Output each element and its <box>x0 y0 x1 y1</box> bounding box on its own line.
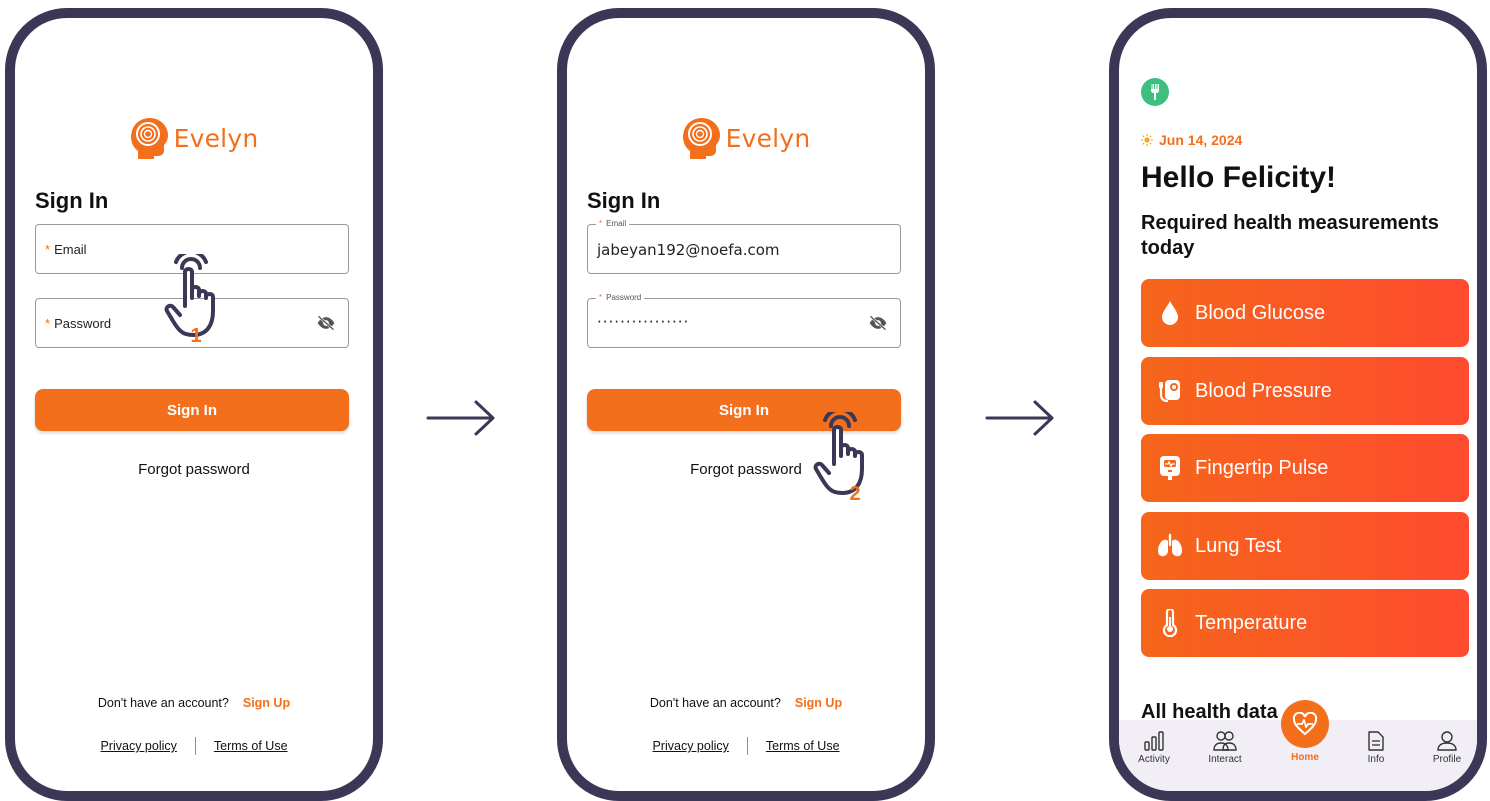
pulse-oximeter-icon <box>1155 453 1185 483</box>
document-icon <box>1368 731 1384 751</box>
email-field[interactable]: * Email jabeyan192@noefa.com <box>587 218 901 274</box>
terms-of-use-link[interactable]: Terms of Use <box>766 739 840 753</box>
signup-prompt: Don't have an account? Sign Up <box>97 696 291 710</box>
eye-off-icon[interactable] <box>316 314 336 332</box>
page-title: Sign In <box>35 188 109 213</box>
brand-name: Evelyn <box>173 123 259 153</box>
heart-pulse-icon <box>1292 712 1318 736</box>
page-title: Sign In <box>587 188 661 213</box>
blood-pressure-icon <box>1155 376 1185 406</box>
tap-hand-icon: 2 <box>813 412 864 505</box>
arrow-right-icon <box>985 400 1054 436</box>
arrow-right-icon <box>426 400 495 436</box>
measurement-card-blood-glucose[interactable]: Blood Glucose <box>1141 279 1469 347</box>
measurement-label: Lung Test <box>1195 534 1282 557</box>
lungs-icon <box>1155 531 1185 561</box>
legal-links: Privacy policy Terms of Use <box>15 737 373 755</box>
password-placeholder: * Password <box>45 316 112 331</box>
measurement-label: Temperature <box>1195 611 1308 634</box>
phone-screen-sign-in-filled: Evelyn Sign In * Email jabeyan192@noefa.c… <box>557 8 935 801</box>
email-placeholder: * Email <box>45 242 87 257</box>
email-label: * Email <box>596 218 630 230</box>
password-value: ················ <box>597 313 690 331</box>
sign-up-link[interactable]: Sign Up <box>243 696 290 710</box>
nav-activity[interactable]: Activity <box>1124 730 1184 765</box>
password-label: * Password <box>596 292 645 304</box>
svg-text:2: 2 <box>849 483 860 505</box>
drop-icon <box>1155 298 1185 328</box>
email-value: jabeyan192@noefa.com <box>597 241 780 259</box>
phone-screen-sign-in-empty: Evelyn Sign In * Email * Password Sign In … <box>5 8 383 801</box>
evelyn-logo: Evelyn <box>567 116 925 160</box>
forgot-password-link[interactable]: Forgot password <box>15 461 373 478</box>
section-title: Required health measurements today <box>1141 212 1439 259</box>
bar-chart-icon <box>1144 731 1164 751</box>
sign-up-link[interactable]: Sign Up <box>795 696 842 710</box>
measurement-card-fingertip-pulse[interactable]: Fingertip Pulse <box>1141 434 1469 502</box>
eye-off-icon[interactable] <box>868 314 888 332</box>
tap-hand-icon: 1 <box>164 254 215 347</box>
privacy-policy-link[interactable]: Privacy policy <box>100 739 176 753</box>
measurement-card-lung-test[interactable]: Lung Test <box>1141 512 1469 580</box>
nav-home-button[interactable] <box>1281 700 1329 748</box>
date-row: Jun 14, 2024 <box>1141 132 1242 148</box>
signup-prompt: Don't have an account? Sign Up <box>649 696 843 710</box>
measurement-card-blood-pressure[interactable]: Blood Pressure <box>1141 357 1469 425</box>
head-logo-icon <box>682 118 720 159</box>
sun-icon <box>1141 134 1153 146</box>
nav-info[interactable]: Info <box>1346 730 1406 765</box>
svg-text:1: 1 <box>190 325 201 347</box>
terms-of-use-link[interactable]: Terms of Use <box>214 739 288 753</box>
evelyn-logo: Evelyn <box>15 116 373 160</box>
thermometer-icon <box>1155 608 1185 638</box>
measurement-card-temperature[interactable]: Temperature <box>1141 589 1469 657</box>
legal-links: Privacy policy Terms of Use <box>567 737 925 755</box>
nav-profile[interactable]: Profile <box>1417 730 1477 765</box>
nav-interact[interactable]: Interact <box>1195 730 1255 765</box>
nav-home-label[interactable]: Home <box>1275 752 1335 763</box>
people-icon <box>1213 731 1237 751</box>
greeting: Hello Felicity! <box>1141 161 1337 194</box>
measurement-label: Fingertip Pulse <box>1195 456 1329 479</box>
measurement-label: Blood Glucose <box>1195 301 1326 324</box>
password-field[interactable]: * Password ················ <box>587 292 901 348</box>
brand-name: Evelyn <box>725 123 811 153</box>
measurement-label: Blood Pressure <box>1195 379 1332 402</box>
head-logo-icon <box>130 118 168 159</box>
divider <box>746 737 748 755</box>
privacy-policy-link[interactable]: Privacy policy <box>652 739 728 753</box>
sign-in-button[interactable]: Sign In <box>35 389 349 431</box>
bottom-navigation: Activity Interact Home Info Profile <box>1119 700 1477 791</box>
user-icon <box>1437 731 1457 751</box>
current-date: Jun 14, 2024 <box>1159 132 1243 148</box>
phone-screen-home: Jun 14, 2024 Hello Felicity! Required he… <box>1109 8 1487 801</box>
fork-knife-icon[interactable] <box>1141 78 1169 106</box>
divider <box>194 737 196 755</box>
